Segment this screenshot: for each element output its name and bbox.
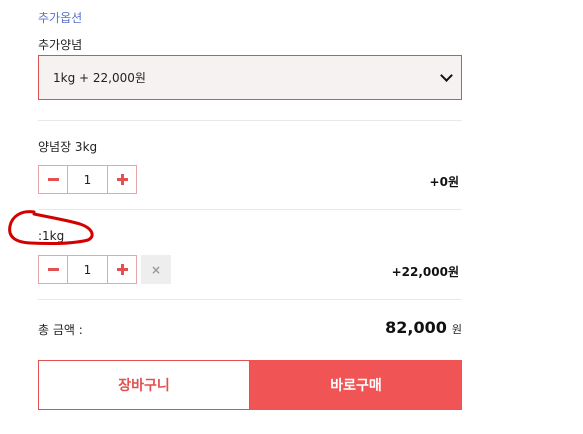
quantity-value[interactable]: 1 [68, 165, 107, 194]
total-label: 총 금액 : [38, 323, 83, 337]
decrease-button[interactable] [38, 165, 68, 194]
divider [38, 299, 462, 300]
option-field-label: 추가양념 [38, 38, 83, 52]
minus-icon [47, 178, 59, 181]
increase-button[interactable] [107, 255, 137, 284]
plus-icon [116, 174, 128, 185]
decrease-button[interactable] [38, 255, 68, 284]
option-item-name: 양념장 3kg [38, 140, 98, 154]
total-unit: 원 [451, 323, 462, 336]
minus-icon [47, 268, 59, 271]
increase-button[interactable] [107, 165, 137, 194]
plus-icon [116, 264, 128, 275]
quantity-stepper: 1 [38, 255, 137, 284]
total-price: 82,000 원 [385, 318, 462, 337]
chevron-down-icon [440, 68, 453, 82]
divider [38, 120, 462, 121]
quantity-value[interactable]: 1 [68, 255, 107, 284]
section-title: 추가옵션 [38, 11, 83, 25]
close-icon: × [150, 262, 162, 277]
remove-item-button[interactable]: × [141, 255, 171, 284]
add-to-cart-button[interactable]: 장바구니 [38, 360, 250, 410]
quantity-stepper: 1 [38, 165, 137, 194]
total-amount: 82,000 [385, 318, 447, 337]
option-item-price: +22,000원 [391, 265, 459, 279]
option-select-value: 1kg + 22,000원 [53, 71, 146, 85]
buy-now-button[interactable]: 바로구매 [250, 360, 462, 410]
option-item-price: +0원 [429, 175, 459, 189]
option-item-name: :1kg [38, 229, 65, 243]
option-select[interactable]: 1kg + 22,000원 [38, 55, 462, 100]
divider [38, 209, 462, 210]
